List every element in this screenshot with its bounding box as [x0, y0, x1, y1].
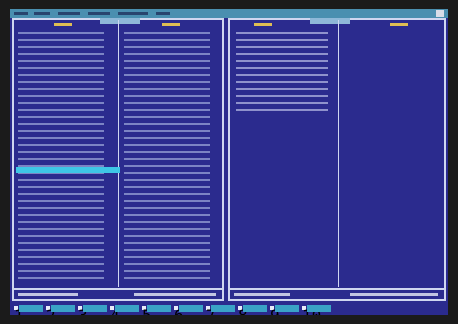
- function-key-label: [307, 304, 331, 312]
- left-panel[interactable]: [12, 18, 224, 301]
- function-key-number: 3: [78, 306, 88, 315]
- menu-item-configuration[interactable]: [118, 12, 148, 15]
- function-key-number: 5: [142, 306, 152, 315]
- right-info-text: [236, 32, 328, 116]
- right-status-info: [350, 293, 438, 296]
- screen: 1 2 3 4 5 6 7 8 9 10: [0, 0, 458, 324]
- function-key-label: [83, 304, 107, 312]
- function-key-number: 8: [238, 306, 248, 315]
- right-status-text: [234, 293, 290, 296]
- function-key-number: 9: [270, 306, 280, 315]
- menu-item-commands[interactable]: [58, 12, 80, 15]
- function-key-9[interactable]: 9: [270, 304, 299, 315]
- left-column-header-2: [162, 23, 180, 26]
- left-file-list-2[interactable]: [124, 32, 210, 280]
- left-status-info: [134, 293, 216, 296]
- function-key-number: 2: [46, 306, 56, 315]
- left-file-list-1[interactable]: [18, 32, 104, 280]
- function-key-number: 4: [110, 306, 120, 315]
- function-key-4[interactable]: 4: [110, 304, 139, 315]
- right-column-header-2: [390, 23, 408, 26]
- left-status-text: [18, 293, 78, 296]
- function-key-label: [147, 304, 171, 312]
- function-key-number: 7: [206, 306, 216, 315]
- menu-bar: [10, 9, 448, 18]
- function-key-number: 1: [14, 306, 24, 315]
- right-panel-path[interactable]: [310, 18, 350, 24]
- function-key-label: [51, 304, 75, 312]
- function-key-number: 10: [302, 306, 321, 315]
- menu-item-options[interactable]: [88, 12, 110, 15]
- function-key-bar: 1 2 3 4 5 6 7 8 9 10: [10, 301, 448, 315]
- function-key-label: [179, 304, 203, 312]
- function-key-label: [211, 304, 235, 312]
- right-column-divider: [338, 20, 339, 287]
- left-status-line: [14, 288, 222, 299]
- right-panel[interactable]: [228, 18, 446, 301]
- function-key-number: 6: [174, 306, 184, 315]
- menu-item-right[interactable]: [156, 12, 170, 15]
- right-status-line: [230, 288, 444, 299]
- function-key-2[interactable]: 2: [46, 304, 75, 315]
- function-key-label: [19, 304, 43, 312]
- function-key-label: [115, 304, 139, 312]
- function-key-8[interactable]: 8: [238, 304, 267, 315]
- left-panel-path[interactable]: [100, 18, 140, 24]
- function-key-label: [275, 304, 299, 312]
- function-key-7[interactable]: 7: [206, 304, 235, 315]
- close-icon[interactable]: [436, 10, 444, 17]
- left-column-divider: [118, 20, 119, 287]
- menu-item-files[interactable]: [34, 12, 50, 15]
- file-manager-window: 1 2 3 4 5 6 7 8 9 10: [10, 9, 448, 315]
- function-key-label: [243, 304, 267, 312]
- right-column-header-1: [254, 23, 272, 26]
- menu-item-left[interactable]: [14, 12, 28, 15]
- function-key-1[interactable]: 1: [14, 304, 43, 315]
- function-key-5[interactable]: 5: [142, 304, 171, 315]
- selected-row[interactable]: [16, 167, 120, 173]
- function-key-3[interactable]: 3: [78, 304, 107, 315]
- function-key-6[interactable]: 6: [174, 304, 203, 315]
- function-key-10[interactable]: 10: [302, 304, 331, 315]
- left-column-header-1: [54, 23, 72, 26]
